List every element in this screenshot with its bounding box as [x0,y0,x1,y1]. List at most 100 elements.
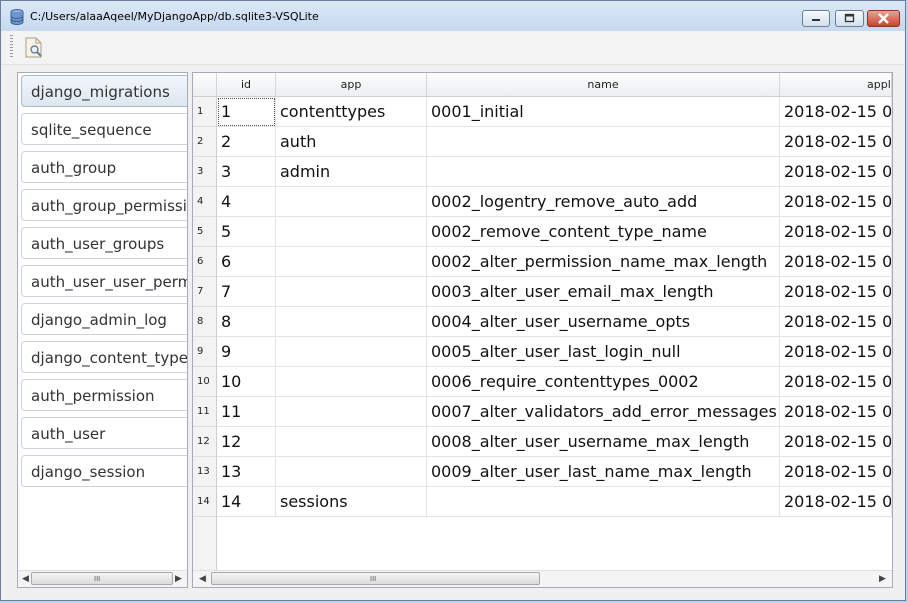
cell-applied[interactable]: 2018-02-15 09 [780,247,892,277]
grid-scroll-right-arrow-icon[interactable]: ▶ [879,574,886,584]
table-button-auth-group-permissions[interactable]: auth_group_permissions [21,189,187,221]
cell-id[interactable]: 10 [217,367,276,397]
row-header[interactable]: 3 [193,157,217,187]
cell-name[interactable] [427,487,780,517]
table-button-django-session[interactable]: django_session [21,455,187,487]
table-button-django-migrations[interactable]: django_migrations [21,75,187,107]
cell-name[interactable]: 0004_alter_user_username_opts [427,307,780,337]
cell-name[interactable]: 0001_initial [427,97,780,127]
cell-app[interactable] [276,397,427,427]
cell-id[interactable]: 6 [217,247,276,277]
close-button[interactable] [867,10,900,27]
cell-applied[interactable]: 2018-02-15 09 [780,397,892,427]
row-header[interactable]: 10 [193,367,217,397]
cell-applied[interactable]: 2018-02-15 09 [780,187,892,217]
row-header[interactable]: 8 [193,307,217,337]
scroll-left-arrow-icon[interactable]: ◀ [22,574,29,584]
column-header-id[interactable]: id [217,73,276,97]
open-database-button[interactable] [22,35,48,61]
cell-app[interactable]: admin [276,157,427,187]
cell-applied[interactable]: 2018-02-15 09 [780,97,892,127]
table-button-auth-group[interactable]: auth_group [21,151,187,183]
cell-applied[interactable]: 2018-02-15 09 [780,367,892,397]
row-header[interactable]: 13 [193,457,217,487]
table-button-auth-user-groups[interactable]: auth_user_groups [21,227,187,259]
cell-id[interactable]: 7 [217,277,276,307]
cell-name[interactable]: 0008_alter_user_username_max_length [427,427,780,457]
cell-applied[interactable]: 2018-02-15 09 [780,307,892,337]
corner-header[interactable] [193,73,217,97]
cell-app[interactable] [276,307,427,337]
title-bar[interactable]: C:/Users/alaaAqeel/MyDjangoApp/db.sqlite… [1,1,905,31]
cell-applied[interactable]: 2018-02-15 09 [780,337,892,367]
minimize-button[interactable] [802,10,830,27]
row-header[interactable]: 6 [193,247,217,277]
cell-app[interactable] [276,457,427,487]
column-header-name[interactable]: name [427,73,780,97]
row-header[interactable]: 14 [193,487,217,517]
row-header[interactable]: 7 [193,277,217,307]
cell-name[interactable]: 0005_alter_user_last_login_null [427,337,780,367]
cell-name[interactable]: 0006_require_contenttypes_0002 [427,367,780,397]
cell-id[interactable]: 1 [217,97,276,127]
cell-app[interactable]: contenttypes [276,97,427,127]
table-button-django-admin-log[interactable]: django_admin_log [21,303,187,335]
cell-id[interactable]: 12 [217,427,276,457]
column-header-app[interactable]: app [276,73,427,97]
cell-applied[interactable]: 2018-02-15 09 [780,157,892,187]
cell-applied[interactable]: 2018-02-15 09 [780,427,892,457]
column-header-applied[interactable]: applied [780,73,892,97]
cell-app[interactable]: auth [276,127,427,157]
cell-app[interactable] [276,247,427,277]
cell-app[interactable] [276,217,427,247]
cell-id[interactable]: 8 [217,307,276,337]
cell-app[interactable] [276,187,427,217]
scroll-right-arrow-icon[interactable]: ▶ [175,574,182,584]
cell-name[interactable]: 0002_alter_permission_name_max_length [427,247,780,277]
cell-id[interactable]: 11 [217,397,276,427]
table-button-auth-user-user-permissions[interactable]: auth_user_user_permissions [21,265,187,297]
row-header[interactable]: 1 [193,97,217,127]
row-header[interactable]: 11 [193,397,217,427]
row-header[interactable]: 5 [193,217,217,247]
cell-applied[interactable]: 2018-02-15 09 [780,487,892,517]
grid-scroll-left-arrow-icon[interactable]: ◀ [199,574,206,584]
cell-app[interactable] [276,337,427,367]
cell-id[interactable]: 4 [217,187,276,217]
cell-id[interactable]: 3 [217,157,276,187]
cell-id[interactable]: 5 [217,217,276,247]
cell-id[interactable]: 2 [217,127,276,157]
cell-app[interactable] [276,277,427,307]
row-header[interactable]: 12 [193,427,217,457]
cell-id[interactable]: 13 [217,457,276,487]
grid-horizontal-scrollbar[interactable]: ◀ III ▶ [193,570,892,587]
cell-app[interactable] [276,367,427,397]
cell-applied[interactable]: 2018-02-15 09 [780,277,892,307]
maximize-button[interactable] [835,10,864,27]
table-button-sqlite-sequence[interactable]: sqlite_sequence [21,113,187,145]
toolbar-grip[interactable] [10,35,13,59]
cell-applied[interactable]: 2018-02-15 09 [780,457,892,487]
cell-name[interactable] [427,127,780,157]
cell-name[interactable]: 0009_alter_user_last_name_max_length [427,457,780,487]
table-button-django-content-type[interactable]: django_content_type [21,341,187,373]
cell-app[interactable] [276,427,427,457]
cell-name[interactable]: 0002_remove_content_type_name [427,217,780,247]
cell-id[interactable]: 9 [217,337,276,367]
row-header[interactable]: 2 [193,127,217,157]
table-list-horizontal-scrollbar[interactable]: ◀ III ▶ [18,570,187,587]
cell-app[interactable]: sessions [276,487,427,517]
grid-scrollbar-thumb[interactable]: III [211,572,540,585]
cell-name[interactable] [427,157,780,187]
cell-name[interactable]: 0007_alter_validators_add_error_messages [427,397,780,427]
cell-name[interactable]: 0002_logentry_remove_auto_add [427,187,780,217]
table-button-auth-permission[interactable]: auth_permission [21,379,187,411]
row-header[interactable]: 4 [193,187,217,217]
table-button-auth-user[interactable]: auth_user [21,417,187,449]
cell-applied[interactable]: 2018-02-15 09 [780,127,892,157]
cell-id[interactable]: 14 [217,487,276,517]
cell-name[interactable]: 0003_alter_user_email_max_length [427,277,780,307]
cell-applied[interactable]: 2018-02-15 09 [780,217,892,247]
scrollbar-thumb[interactable]: III [31,572,173,585]
row-header[interactable]: 9 [193,337,217,367]
